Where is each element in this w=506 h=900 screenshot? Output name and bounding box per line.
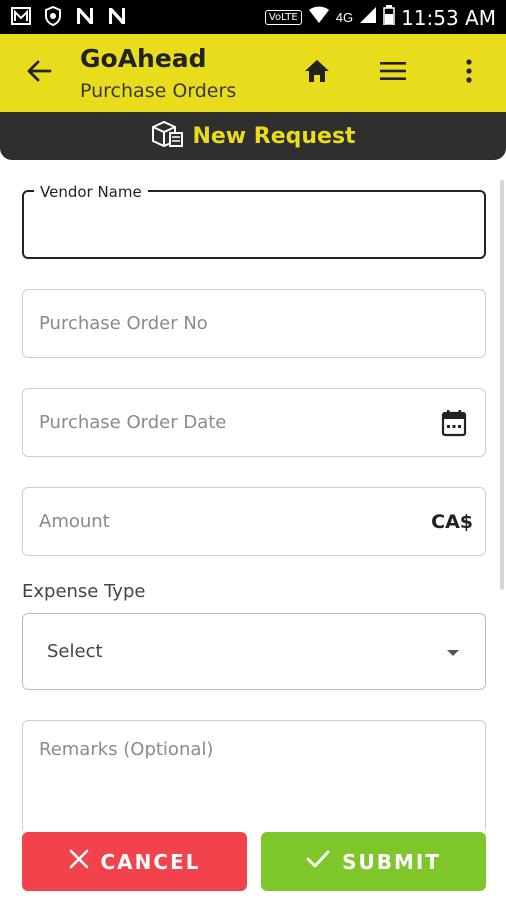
vendor-name-field[interactable]: Vendor Name [22, 183, 486, 259]
app-subtitle: Purchase Orders [80, 80, 237, 102]
signal-icon [359, 6, 377, 29]
clock: 11:53 AM [401, 5, 496, 30]
volte-badge: VoLTE [264, 10, 302, 25]
amount-placeholder: Amount [39, 511, 110, 532]
system-status: VoLTE 4G 11:53 AM [264, 5, 496, 30]
n-notification-icon [74, 6, 96, 26]
section-header: New Request [0, 112, 506, 160]
calendar-icon[interactable] [441, 409, 467, 442]
section-title: New Request [192, 123, 356, 149]
close-icon [69, 849, 89, 874]
cancel-button[interactable]: CANCEL [22, 832, 247, 891]
submit-button[interactable]: SUBMIT [261, 832, 486, 891]
menu-button[interactable] [376, 56, 410, 90]
expense-type-label: Expense Type [22, 581, 146, 602]
submit-button-label: SUBMIT [342, 849, 441, 874]
remarks-field[interactable]: Remarks (Optional) [22, 720, 486, 830]
purchase-order-date-field[interactable]: Purchase Order Date [22, 388, 486, 457]
shield-notification-icon [42, 6, 64, 26]
more-options-button[interactable] [452, 56, 486, 90]
notification-icons [10, 6, 128, 26]
boxes-icon [150, 119, 184, 154]
cancel-button-label: CANCEL [100, 849, 201, 874]
vendor-name-label: Vendor Name [34, 183, 148, 201]
purchase-order-date-placeholder: Purchase Order Date [39, 412, 227, 433]
home-icon [304, 59, 330, 88]
gallery-notification-icon [10, 6, 32, 26]
amount-field[interactable]: Amount CA$ [22, 487, 486, 556]
wifi-icon [308, 6, 330, 29]
app-bar: GoAhead Purchase Orders [0, 34, 506, 112]
hamburger-icon [380, 61, 406, 86]
scrollbar[interactable] [500, 180, 504, 590]
home-button[interactable] [300, 56, 334, 90]
dropdown-arrow-icon [447, 650, 459, 656]
expense-type-value: Select [47, 641, 103, 662]
network-type: 4G [335, 10, 354, 25]
app-title: GoAhead [80, 44, 207, 73]
check-icon [306, 849, 330, 874]
expense-type-select[interactable]: Select [22, 613, 486, 690]
battery-icon [383, 5, 395, 30]
n-notification-icon-2 [106, 6, 128, 26]
back-button[interactable] [22, 56, 56, 90]
currency-suffix: CA$ [431, 511, 473, 533]
arrow-left-icon [26, 58, 52, 89]
purchase-order-no-field[interactable]: Purchase Order No [22, 289, 486, 358]
status-bar: VoLTE 4G 11:53 AM [0, 0, 506, 34]
more-vertical-icon [465, 58, 473, 88]
purchase-order-no-placeholder: Purchase Order No [39, 313, 208, 334]
remarks-placeholder: Remarks (Optional) [39, 739, 214, 760]
